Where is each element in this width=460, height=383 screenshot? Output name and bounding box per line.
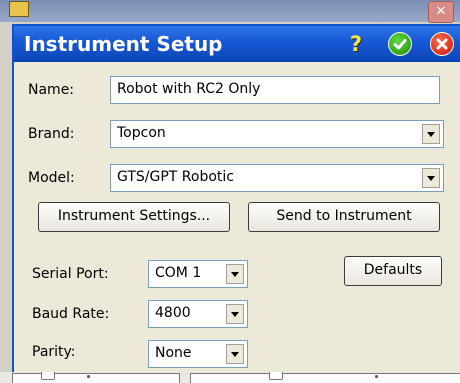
model-label: Model: xyxy=(28,170,75,186)
background-title-bar xyxy=(0,0,460,22)
background-pane-left xyxy=(12,370,180,383)
screen: ✕ Instrument Setup ? Name: Robot with RC… xyxy=(0,0,460,383)
brand-value: Topcon xyxy=(117,125,166,141)
dialog-title-bar: Instrument Setup ? xyxy=(14,26,460,62)
question-mark-icon[interactable]: ? xyxy=(344,32,368,56)
checkmark-icon[interactable] xyxy=(388,32,412,56)
parity-value: None xyxy=(155,345,192,361)
chevron-down-icon[interactable] xyxy=(422,124,440,144)
dialog-title: Instrument Setup xyxy=(24,32,223,56)
brand-label: Brand: xyxy=(28,126,75,142)
chevron-down-icon[interactable] xyxy=(226,344,244,364)
serial-port-value: COM 1 xyxy=(155,265,202,281)
serial-port-label: Serial Port: xyxy=(32,266,109,282)
parity-label: Parity: xyxy=(32,344,76,360)
name-input[interactable]: Robot with RC2 Only xyxy=(110,76,440,104)
instrument-settings-button[interactable]: Instrument Settings... xyxy=(38,202,230,232)
brand-dropdown[interactable]: Topcon xyxy=(110,120,444,148)
close-icon[interactable] xyxy=(430,32,454,56)
background-pane-right xyxy=(190,370,460,383)
background-close-button[interactable]: ✕ xyxy=(428,1,454,23)
parity-dropdown[interactable]: None xyxy=(148,340,248,368)
serial-port-dropdown[interactable]: COM 1 xyxy=(148,260,248,288)
chevron-down-icon[interactable] xyxy=(226,304,244,324)
baud-rate-label: Baud Rate: xyxy=(32,306,110,322)
baud-rate-value: 4800 xyxy=(155,305,191,321)
model-dropdown[interactable]: GTS/GPT Robotic xyxy=(110,164,444,192)
chevron-down-icon[interactable] xyxy=(422,168,440,188)
chevron-down-icon[interactable] xyxy=(226,264,244,284)
defaults-button[interactable]: Defaults xyxy=(344,256,442,286)
pane-mark xyxy=(375,375,378,378)
app-icon xyxy=(9,1,29,17)
baud-rate-dropdown[interactable]: 4800 xyxy=(148,300,248,328)
send-to-instrument-button[interactable]: Send to Instrument xyxy=(248,202,440,232)
name-label: Name: xyxy=(28,82,75,98)
instrument-setup-dialog: Instrument Setup ? Name: Robot with RC2 … xyxy=(12,24,460,372)
model-value: GTS/GPT Robotic xyxy=(117,169,234,185)
pane-mark xyxy=(87,375,90,378)
